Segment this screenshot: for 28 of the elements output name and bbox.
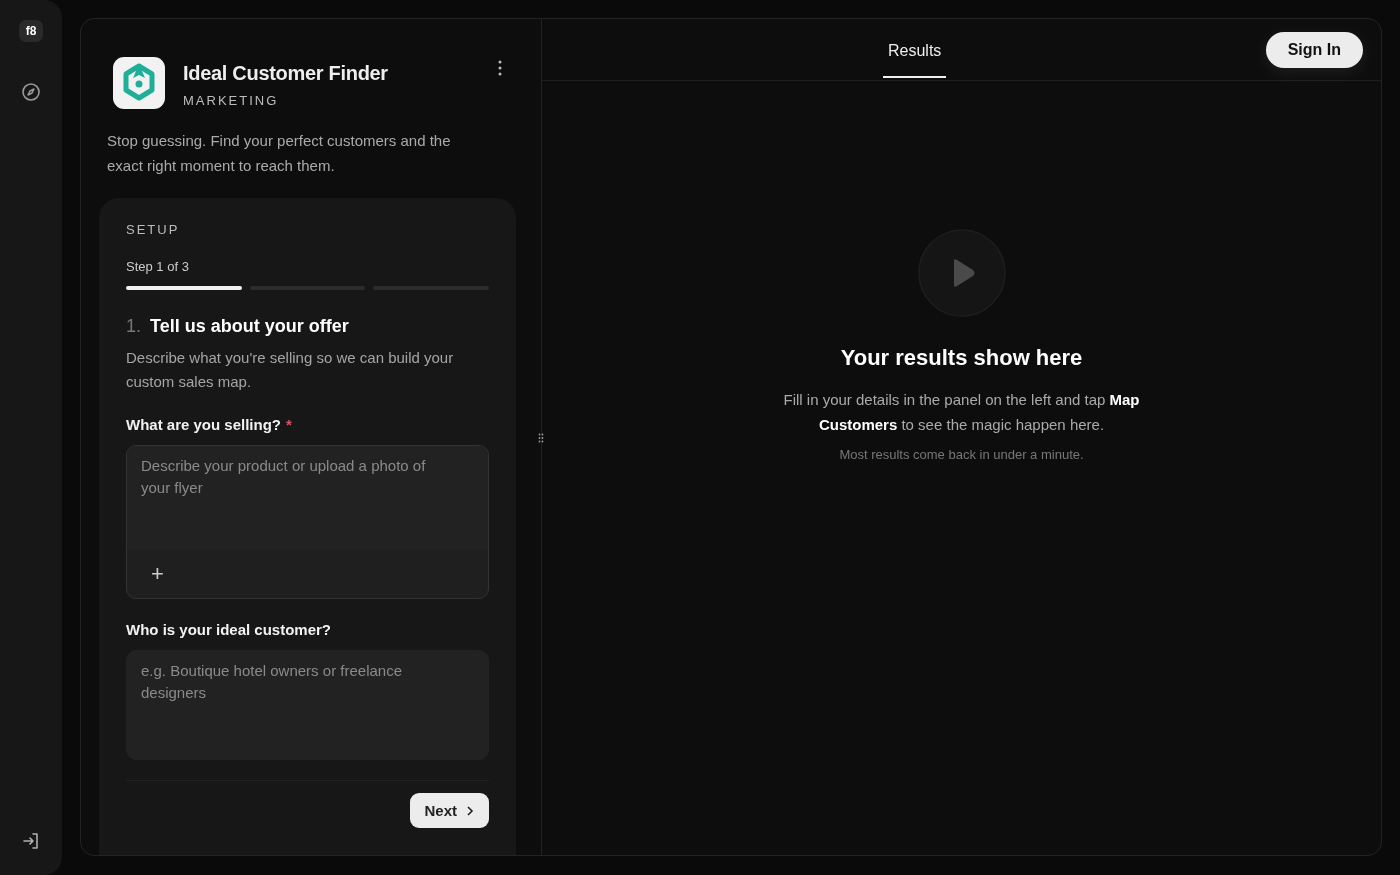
app-category: MARKETING xyxy=(183,93,280,108)
chevron-right-icon xyxy=(465,805,475,816)
sign-in-button[interactable]: Sign In xyxy=(1265,31,1363,68)
product-field[interactable]: Describe your product or upload a photo of your flyer + xyxy=(126,445,489,599)
customer-field[interactable]: e.g. Boutique hotel owners or freelance designers xyxy=(126,650,489,760)
app-logo[interactable]: f8 xyxy=(19,20,43,42)
required-mark: * xyxy=(286,416,292,433)
setup-heading: SETUP xyxy=(126,222,181,237)
add-attachment-button[interactable]: + xyxy=(151,563,164,585)
app-description: Stop guessing. Find your perfect customers and the exact right moment to reach them. xyxy=(107,131,452,176)
empty-state-title: Your results show here xyxy=(840,345,1083,371)
results-tab[interactable]: Results xyxy=(883,21,947,78)
resize-handle[interactable] xyxy=(538,433,544,443)
app-title: Ideal Customer Finder xyxy=(183,62,389,85)
step-number: 1. xyxy=(126,316,141,337)
more-icon[interactable] xyxy=(498,60,502,76)
next-button[interactable]: Next xyxy=(410,793,489,828)
field-label: What are you selling? xyxy=(126,416,282,433)
step-description: Describe what you're selling so we can build your custom sales map. xyxy=(126,348,455,392)
field-label: Who is your ideal customer? xyxy=(126,621,332,638)
play-icon xyxy=(917,229,1006,317)
step-counter: Step 1 of 3 xyxy=(126,259,190,274)
compass-icon[interactable] xyxy=(21,82,41,102)
empty-state-note: Most results come back in under a minute. xyxy=(839,447,1084,462)
step-title: Tell us about your offer xyxy=(150,316,349,337)
sign-in-icon[interactable] xyxy=(21,831,41,851)
empty-state-text: Fill in your details in the panel on the left and tap Map Customers to see the magic happen here. xyxy=(782,390,1141,435)
hexagon-logo-icon xyxy=(112,56,166,110)
